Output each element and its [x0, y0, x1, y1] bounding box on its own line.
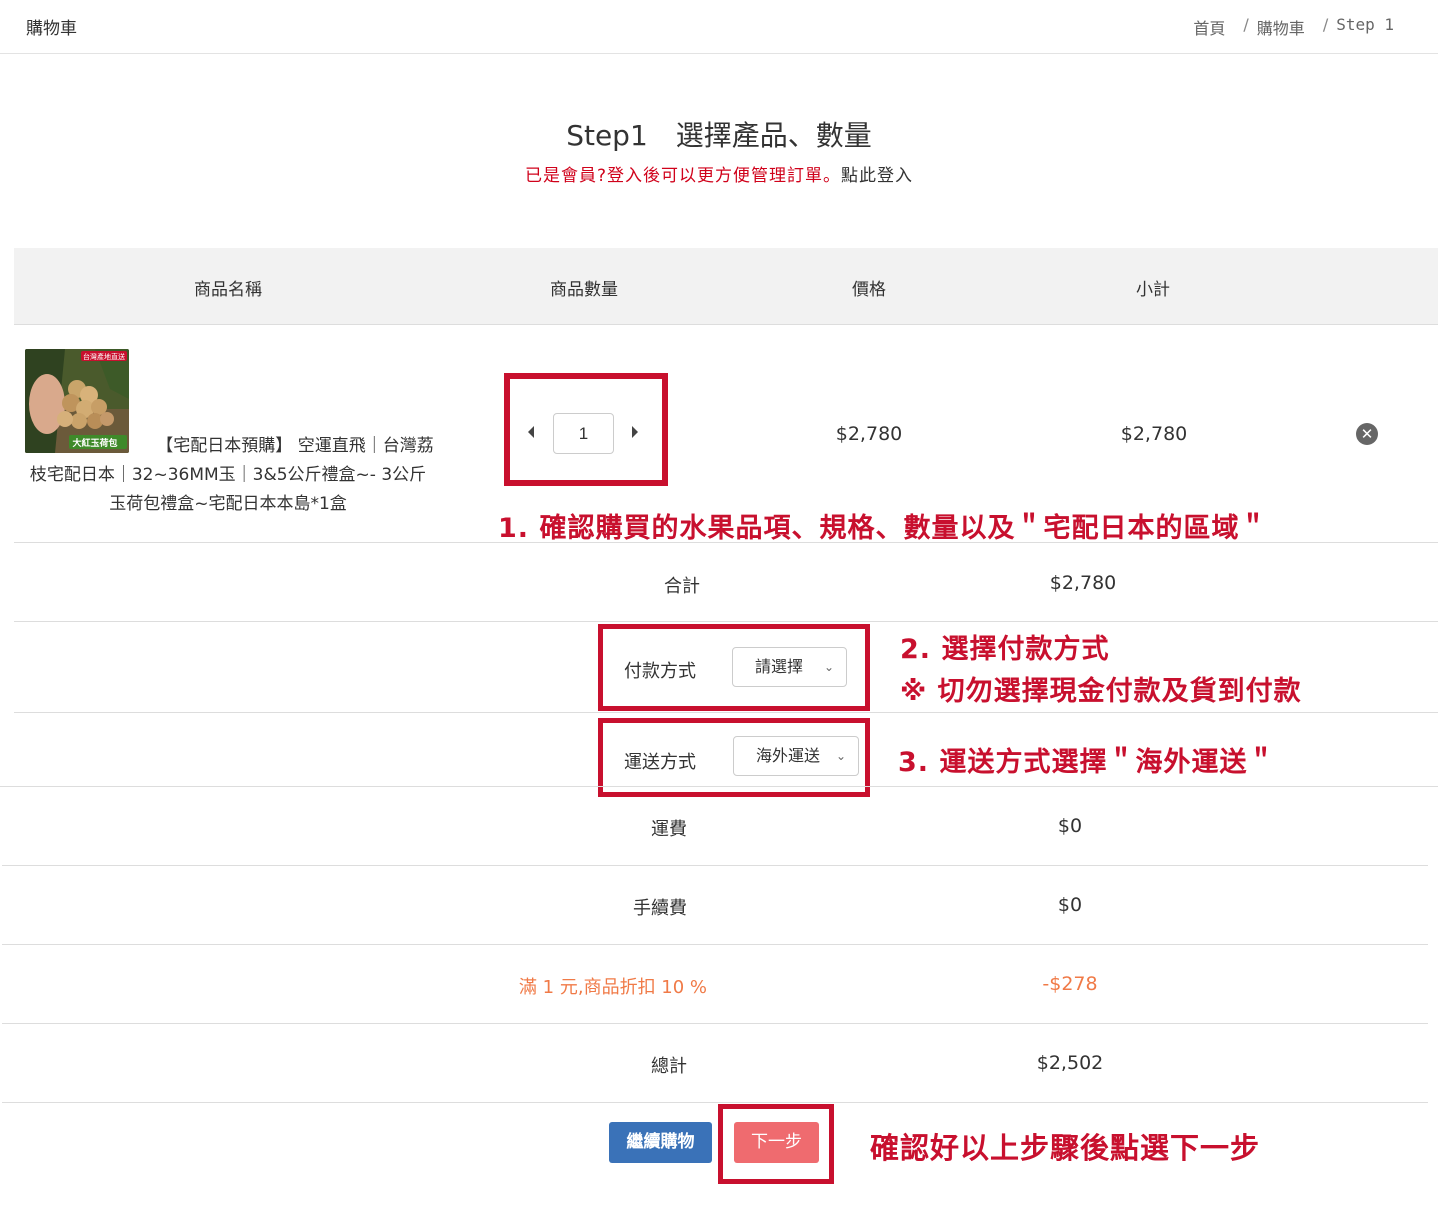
divider [2, 1023, 1428, 1024]
chevron-down-icon: ⌄ [823, 660, 834, 674]
payment-select-value: 請選擇 [755, 657, 804, 676]
payment-label: 付款方式 [624, 661, 696, 682]
header-product-name: 商品名稱 [194, 280, 262, 300]
annotation-step1: 1. 確認購買的水果品項、規格、數量以及＂宅配日本的區域＂ [498, 513, 1268, 544]
divider [14, 621, 1438, 622]
page-header-title: 購物車 [26, 19, 77, 39]
header-quantity: 商品數量 [550, 280, 618, 300]
annotation-step2: 2. 選擇付款方式 [900, 634, 1110, 665]
product-price: $2,780 [835, 423, 903, 445]
breadcrumb-separator: / [1322, 15, 1329, 34]
payment-select[interactable]: 請選擇 ⌄ [732, 647, 847, 687]
grand-total-value: $2,502 [1036, 1052, 1104, 1074]
divider [2, 865, 1428, 866]
shipping-select-value: 海外運送 [756, 746, 821, 765]
annotation-step4: 確認好以上步驟後點選下一步 [870, 1131, 1261, 1165]
cart-table-header: 商品名稱 商品數量 價格 小計 [14, 248, 1438, 325]
divider [0, 786, 1438, 787]
product-subtotal: $2,780 [1120, 423, 1188, 445]
top-bar: 購物車 首頁 / 購物車 / Step 1 [0, 0, 1438, 54]
image-banner-text: 台灣產地直送 [83, 352, 125, 361]
shipping-fee-label: 運費 [651, 819, 687, 840]
breadcrumb-separator: / [1243, 15, 1249, 34]
breadcrumb-home[interactable]: 首頁 [1193, 15, 1225, 39]
chevron-down-icon: ⌄ [835, 749, 846, 763]
divider [2, 944, 1428, 945]
handling-fee-value: $0 [1057, 894, 1083, 916]
divider [2, 1102, 1428, 1103]
remove-item-icon[interactable]: ✕ [1356, 423, 1378, 445]
discount-value: -$278 [1042, 973, 1098, 995]
quantity-increase-icon[interactable] [632, 426, 638, 438]
login-prompt-line: 已是會員?登入後可以更方便管理訂單。點此登入 [0, 161, 1438, 186]
breadcrumb: 首頁 / 購物車 / Step 1 [1193, 15, 1394, 39]
login-prompt: 已是會員?登入後可以更方便管理訂單。 [524, 166, 842, 186]
handling-fee-label: 手續費 [633, 898, 687, 919]
shipping-select[interactable]: 海外運送 ⌄ [733, 736, 859, 776]
shipping-fee-value: $0 [1057, 815, 1083, 837]
total-label: 合計 [664, 576, 700, 597]
breadcrumb-cart[interactable]: 購物車 [1257, 15, 1305, 39]
total-value: $2,780 [1049, 572, 1117, 594]
header-price: 價格 [852, 280, 886, 300]
grand-total-label: 總計 [651, 1056, 687, 1077]
continue-shopping-button[interactable]: 繼續購物 [609, 1122, 712, 1163]
header-subtotal: 小計 [1136, 280, 1170, 300]
divider [14, 712, 1438, 713]
discount-label: 滿 1 元,商品折扣 10 % [518, 977, 708, 998]
divider [14, 542, 1438, 543]
quantity-input[interactable]: 1 [553, 413, 614, 454]
login-link[interactable]: 點此登入 [841, 166, 913, 186]
annotation-step3: 3. 運送方式選擇＂海外運送＂ [898, 747, 1276, 778]
breadcrumb-step: Step 1 [1336, 15, 1394, 34]
next-step-button[interactable]: 下一步 [734, 1122, 819, 1163]
product-name[interactable]: 【宅配日本預購】 空運直飛｜台灣荔枝宅配日本｜32~36MM玉｜3&5公斤禮盒~… [22, 432, 434, 519]
shipping-label: 運送方式 [624, 752, 696, 773]
page-title: Step1 選擇產品、數量 [566, 119, 872, 152]
annotation-step2-warning: ※ 切勿選擇現金付款及貨到付款 [900, 676, 1302, 707]
quantity-decrease-icon[interactable] [528, 426, 534, 438]
